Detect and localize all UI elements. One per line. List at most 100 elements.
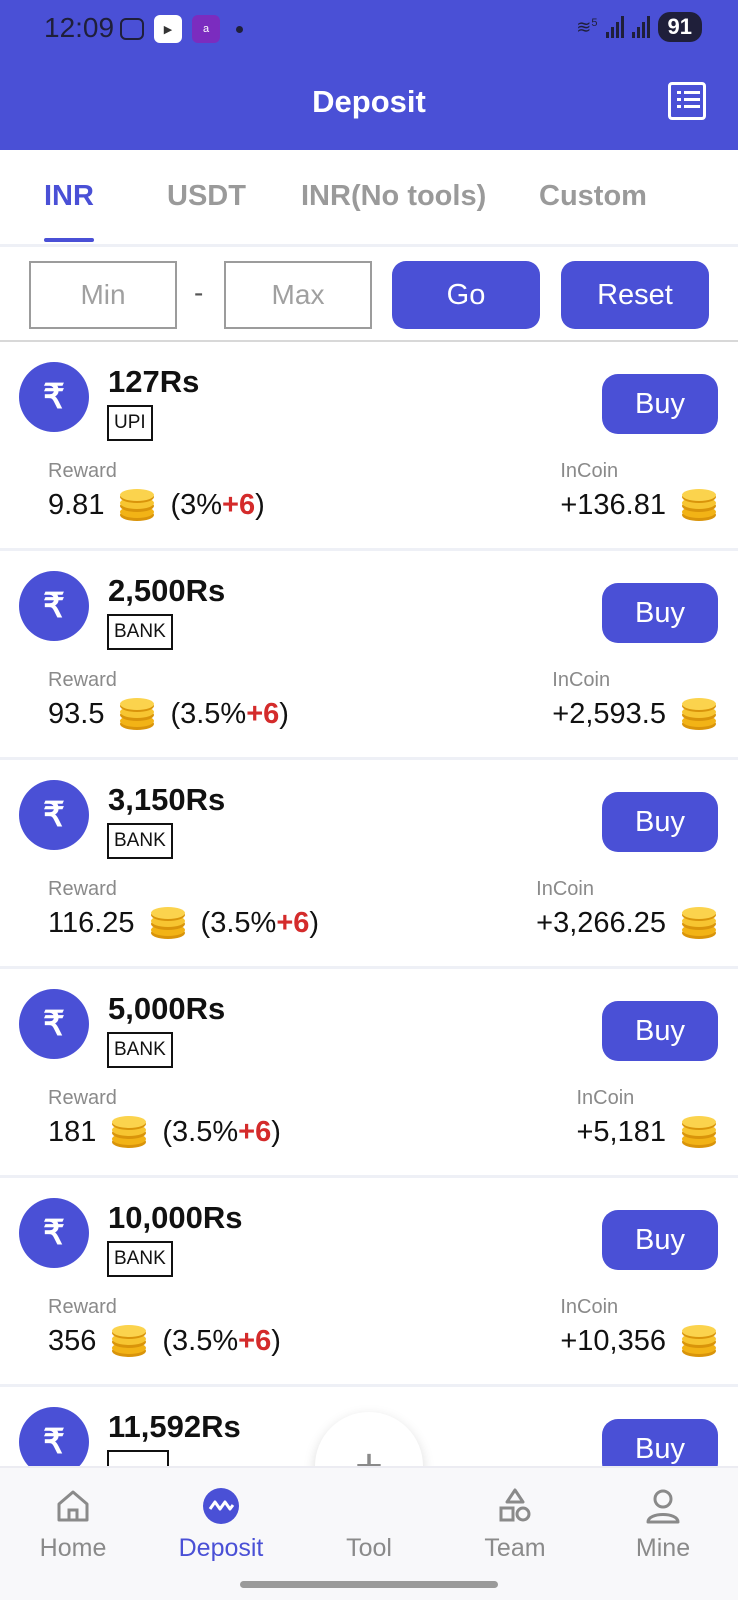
payment-method-badge: BANK — [107, 823, 173, 859]
reward-label: Reward — [48, 878, 117, 900]
tab-custom[interactable]: Custom — [539, 180, 647, 213]
nav-mine[interactable]: Mine — [603, 1486, 723, 1563]
deposit-icon — [203, 1488, 239, 1524]
incoin-amount: +136.81 — [560, 488, 666, 521]
buy-button[interactable]: Buy — [602, 583, 718, 643]
deposit-list: ₹127Rs UPI Buy Reward 9.81 (3%+6) InCoin +136.8… — [0, 342, 738, 1596]
incoin-value: +2,593.5 — [552, 697, 718, 731]
reward-label: Reward — [48, 669, 117, 691]
deposit-screen: 12:09 ▶ a ≋5 91 Deposit INR USDT INR(No … — [0, 0, 738, 1600]
bottom-nav: Home Deposit Tool Team Mine — [0, 1466, 738, 1600]
home-indicator[interactable] — [240, 1581, 498, 1588]
signal-icon-2 — [631, 16, 650, 38]
reward-value: 181 (3.5%+6) — [48, 1115, 281, 1149]
nav-team[interactable]: Team — [455, 1486, 575, 1563]
deposit-amount: 127Rs — [108, 364, 200, 399]
min-input[interactable]: Min — [29, 261, 177, 329]
incoin-amount: +3,266.25 — [536, 906, 666, 939]
incoin-label: InCoin — [576, 1087, 635, 1109]
reward-rate: (3.5%+6) — [162, 1324, 281, 1357]
coin-icon — [150, 907, 185, 939]
deposit-option: ₹10,000Rs BANK Buy Reward 356 (3.5%+6) InCoin +… — [0, 1178, 738, 1387]
reward-value: 116.25 (3.5%+6) — [48, 906, 319, 940]
reward-value: 93.5 (3.5%+6) — [48, 697, 289, 731]
range-separator: - — [194, 277, 204, 308]
reward-label: Reward — [48, 1296, 117, 1318]
reset-button[interactable]: Reset — [561, 261, 709, 329]
reward-rate: (3.5%+6) — [170, 697, 289, 730]
reward-rate: (3%+6) — [170, 488, 265, 521]
deposit-amount: 11,592Rs — [108, 1409, 241, 1444]
coin-icon — [682, 907, 716, 939]
incoin-value: +10,356 — [560, 1324, 718, 1358]
reward-amount: 116.25 — [48, 906, 135, 939]
reward-value: 356 (3.5%+6) — [48, 1324, 281, 1358]
app-notification-icon-2: a — [192, 15, 220, 43]
coin-icon — [120, 698, 155, 730]
page-title: Deposit — [312, 84, 426, 119]
incoin-label: InCoin — [560, 460, 619, 482]
reward-bonus: +6 — [222, 488, 256, 521]
nav-tool[interactable]: Tool — [309, 1486, 429, 1563]
more-notifications-dot — [236, 25, 243, 33]
status-bar: 12:09 ▶ a ≋5 91 — [0, 0, 738, 56]
buy-button[interactable]: Buy — [602, 1210, 718, 1270]
payment-method-badge: BANK — [107, 1241, 173, 1277]
nav-deposit[interactable]: Deposit — [161, 1486, 281, 1563]
reward-value: 9.81 (3%+6) — [48, 488, 265, 522]
incoin-label: InCoin — [560, 1296, 619, 1318]
reward-amount: 9.81 — [48, 488, 105, 521]
rupee-icon: ₹ — [19, 780, 89, 850]
reward-label: Reward — [48, 460, 117, 482]
incoin-label: InCoin — [536, 878, 594, 900]
incoin-amount: +10,356 — [560, 1324, 666, 1357]
nav-home[interactable]: Home — [13, 1486, 133, 1563]
max-input[interactable]: Max — [224, 261, 372, 329]
incoin-value: +3,266.25 — [536, 906, 718, 940]
deposit-amount: 3,150Rs — [108, 782, 226, 817]
payment-method-badge: BANK — [107, 614, 173, 650]
active-tab-indicator — [44, 238, 94, 242]
home-icon — [57, 1490, 89, 1522]
status-time: 12:09 — [44, 12, 115, 43]
currency-tabs: INR USDT INR(No tools) Custom — [0, 150, 738, 247]
records-list-icon[interactable] — [668, 82, 706, 120]
nav-mine-label: Mine — [635, 1534, 691, 1562]
rupee-icon: ₹ — [19, 989, 89, 1059]
deposit-amount: 5,000Rs — [108, 991, 226, 1026]
reward-rate: (3.5%+6) — [200, 906, 320, 939]
user-icon — [646, 1489, 680, 1524]
signal-icon — [605, 16, 624, 38]
reward-amount: 93.5 — [48, 697, 105, 730]
status-right: ≋5 91 — [576, 12, 702, 42]
notification-icons: ▶ a — [120, 14, 243, 44]
coin-icon — [120, 489, 155, 521]
battery-indicator: 91 — [657, 12, 702, 42]
incoin-amount: +2,593.5 — [552, 697, 666, 730]
buy-button[interactable]: Buy — [602, 792, 718, 852]
coin-icon — [112, 1116, 147, 1148]
app-notification-icon: ▶ — [154, 15, 182, 43]
reward-amount: 356 — [48, 1324, 97, 1357]
coin-icon — [112, 1325, 147, 1357]
reward-bonus: +6 — [238, 1324, 272, 1357]
payment-method-badge: UPI — [107, 405, 153, 441]
incoin-value: +136.81 — [560, 488, 718, 522]
wifi-icon: ≋5 — [576, 16, 598, 37]
tab-inr-no-tools[interactable]: INR(No tools) — [301, 180, 486, 213]
reward-amount: 181 — [48, 1115, 97, 1148]
go-button[interactable]: Go — [392, 261, 540, 329]
tab-usdt[interactable]: USDT — [167, 180, 246, 213]
nav-team-label: Team — [484, 1534, 546, 1562]
tool-icon-spacer — [349, 1486, 389, 1526]
deposit-option: ₹3,150Rs BANK Buy Reward 116.25 (3.5%+6) InCoi… — [0, 760, 738, 969]
nav-tool-label: Tool — [346, 1534, 392, 1562]
deposit-option: ₹2,500Rs BANK Buy Reward 93.5 (3.5%+6) InCoin +… — [0, 551, 738, 760]
coin-icon — [682, 1325, 716, 1357]
rupee-icon: ₹ — [19, 1198, 89, 1268]
buy-button[interactable]: Buy — [602, 374, 718, 434]
deposit-option: ₹5,000Rs BANK Buy Reward 181 (3.5%+6) InCoin +5… — [0, 969, 738, 1178]
deposit-amount: 2,500Rs — [108, 573, 226, 608]
tab-inr[interactable]: INR — [44, 180, 94, 213]
buy-button[interactable]: Buy — [602, 1001, 718, 1061]
